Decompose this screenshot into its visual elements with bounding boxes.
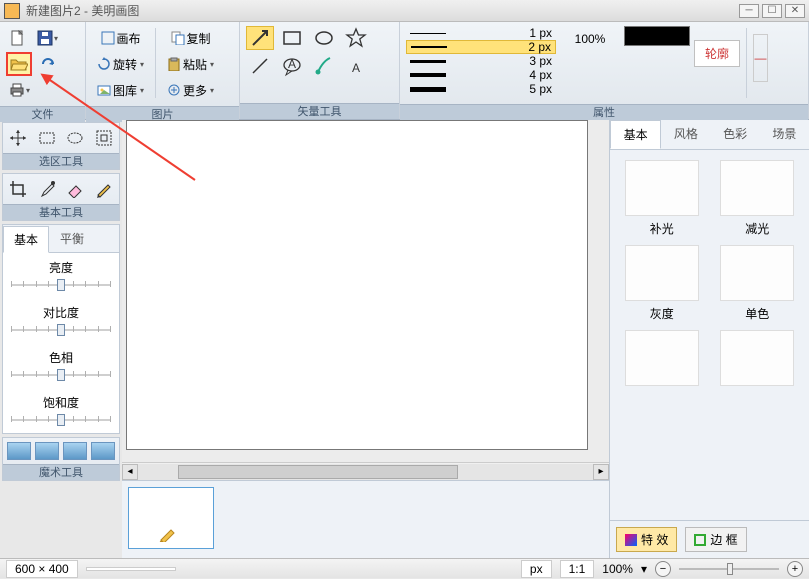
pencil-tool[interactable]: [93, 178, 115, 200]
slider-brightness-label: 亮度: [11, 259, 111, 276]
more-button[interactable]: 更多▾: [162, 78, 219, 102]
fx-reduce-light[interactable]: 减光: [716, 160, 800, 237]
effects-icon: [625, 534, 637, 546]
magic-preset-2[interactable]: [35, 442, 59, 460]
library-label: 图库: [113, 82, 137, 99]
copy-label: 复制: [187, 30, 211, 47]
ribbon-group-vector-label: 矢量工具: [240, 103, 399, 119]
slider-contrast[interactable]: [11, 323, 111, 337]
redo-button[interactable]: [36, 52, 60, 76]
tool-textbubble[interactable]: A: [278, 54, 306, 78]
scroll-right-button[interactable]: ▸: [593, 464, 609, 480]
new-file-button[interactable]: [6, 26, 30, 50]
magic-preset-4[interactable]: [91, 442, 115, 460]
slider-saturation[interactable]: [11, 413, 111, 427]
copy-button[interactable]: 复制: [162, 26, 219, 50]
tool-ellipse[interactable]: [310, 26, 338, 50]
save-button[interactable]: ▾: [34, 26, 61, 50]
horizontal-scrollbar[interactable]: ◂ ▸: [122, 462, 609, 480]
rotate-label: 旋转: [113, 56, 137, 73]
status-dimensions: 600 × 400: [6, 560, 78, 578]
right-tab-style[interactable]: 风格: [661, 120, 710, 149]
filmstrip-frame-1[interactable]: [128, 487, 214, 549]
close-button[interactable]: ✕: [785, 4, 805, 18]
tool-text[interactable]: A: [342, 54, 370, 78]
slider-hue-label: 色相: [11, 349, 111, 366]
fill-color-swatch[interactable]: [624, 26, 690, 46]
slider-brightness[interactable]: [11, 278, 111, 292]
library-button[interactable]: 图库▾: [92, 78, 149, 102]
print-button[interactable]: ▾: [6, 78, 33, 102]
svg-text:A: A: [352, 61, 360, 75]
zoom-slider[interactable]: [679, 568, 779, 570]
fx-fill-light[interactable]: 补光: [620, 160, 704, 237]
pencil-icon: [159, 528, 177, 542]
right-tab-basic[interactable]: 基本: [610, 120, 661, 149]
magic-tools-label: 魔术工具: [3, 464, 119, 480]
window-title: 新建图片2 - 美明画图: [26, 2, 139, 19]
maximize-button[interactable]: ☐: [762, 4, 782, 18]
basic-tools-label: 基本工具: [3, 204, 119, 220]
crop-tool[interactable]: [7, 178, 29, 200]
tool-line[interactable]: [246, 54, 274, 78]
status-px-button[interactable]: px: [521, 560, 552, 578]
status-zoom-text: 100%: [602, 562, 633, 576]
minimize-button[interactable]: ─: [739, 4, 759, 18]
canvas-button[interactable]: 画布: [92, 26, 149, 50]
more-label: 更多: [183, 82, 207, 99]
slider-contrast-label: 对比度: [11, 304, 111, 321]
select-tools-label: 选区工具: [3, 153, 119, 169]
tool-star[interactable]: [342, 26, 370, 50]
ribbon-overflow[interactable]: —: [753, 34, 768, 82]
fx-blank-1[interactable]: [620, 330, 704, 390]
tool-rectangle[interactable]: [278, 26, 306, 50]
border-icon: [694, 534, 706, 546]
fx-blank-2[interactable]: [716, 330, 800, 390]
fx-mono[interactable]: 单色: [716, 245, 800, 322]
rotate-button[interactable]: 旋转▾: [92, 52, 149, 76]
magic-preset-1[interactable]: [7, 442, 31, 460]
status-ratio-button[interactable]: 1:1: [560, 560, 595, 578]
right-tab-scene[interactable]: 场景: [760, 120, 809, 149]
slider-hue[interactable]: [11, 368, 111, 382]
status-cursor-pos: [86, 567, 176, 571]
app-icon: [4, 3, 20, 19]
open-file-button[interactable]: [6, 52, 32, 76]
eraser-tool[interactable]: [64, 178, 86, 200]
zoom-in-button[interactable]: +: [787, 561, 803, 577]
select-crop-tool[interactable]: [93, 127, 115, 149]
slider-saturation-label: 饱和度: [11, 394, 111, 411]
select-ellipse-tool[interactable]: [64, 127, 86, 149]
select-rect-tool[interactable]: [36, 127, 58, 149]
right-tab-color[interactable]: 色彩: [711, 120, 760, 149]
magic-preset-3[interactable]: [63, 442, 87, 460]
outline-button[interactable]: 轮廓: [694, 40, 740, 67]
tool-arrow[interactable]: [246, 26, 274, 50]
canvas-area[interactable]: [126, 120, 588, 450]
ribbon-zoom-text: 100%: [560, 32, 620, 46]
scroll-left-button[interactable]: ◂: [122, 464, 138, 480]
fx-grayscale[interactable]: 灰度: [620, 245, 704, 322]
zoom-out-button[interactable]: −: [655, 561, 671, 577]
adjust-tab-basic[interactable]: 基本: [3, 226, 49, 253]
adjust-tab-balance[interactable]: 平衡: [49, 225, 95, 252]
line-weight-list[interactable]: 1 px 2 px 3 px 4 px 5 px: [406, 26, 556, 96]
scrollbar-thumb[interactable]: [178, 465, 458, 479]
effects-button[interactable]: 特 效: [616, 527, 677, 552]
tool-brush[interactable]: [310, 54, 338, 78]
ribbon-group-props-label: 属性: [400, 104, 808, 120]
canvas-label: 画布: [117, 30, 141, 47]
select-move-tool[interactable]: [7, 127, 29, 149]
status-zoom-dropdown[interactable]: ▾: [641, 562, 647, 576]
paste-button[interactable]: 粘贴▾: [162, 52, 219, 76]
svg-text:A: A: [288, 57, 296, 71]
eyedrop-tool[interactable]: [36, 178, 58, 200]
paste-label: 粘贴: [183, 56, 207, 73]
border-button[interactable]: 边 框: [685, 527, 746, 552]
